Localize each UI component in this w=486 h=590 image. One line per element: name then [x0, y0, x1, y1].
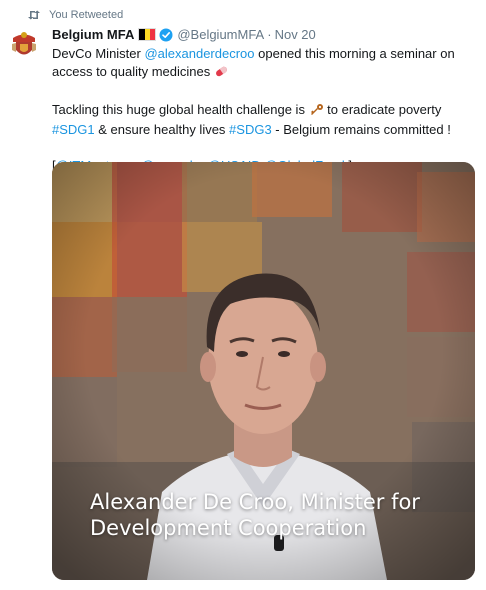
tweet-text: DevCo Minister @alexanderdecroo opened t… — [52, 45, 476, 175]
text-segment: & ensure healthy lives — [94, 122, 230, 137]
belgium-flag-emoji — [138, 28, 157, 41]
caption-line-1: Alexander De Croo, Minister for — [90, 490, 420, 514]
retweet-icon — [27, 10, 43, 20]
belgium-coat-of-arms-icon — [8, 29, 40, 61]
text-segment: to eradicate poverty — [323, 102, 442, 117]
header-separator: · — [267, 27, 272, 42]
tweet-paragraph-1: DevCo Minister @alexanderdecroo opened t… — [52, 45, 476, 83]
tweet-header: Belgium MFA @BelgiumMFA · Nov 20 — [52, 26, 476, 43]
tweet-paragraph-2: Tackling this huge global health challen… — [52, 101, 476, 139]
video-caption: Alexander De Croo, Minister for Developm… — [90, 489, 450, 541]
pill-emoji-icon — [214, 65, 229, 83]
tweet-date[interactable]: Nov 20 — [275, 26, 316, 43]
hashtag-link[interactable]: #SDG3 — [229, 122, 272, 137]
retweet-label: You Retweeted — [49, 9, 124, 21]
tweet-video[interactable]: Alexander De Croo, Minister for Developm… — [52, 162, 475, 580]
text-segment: DevCo Minister — [52, 46, 145, 61]
mention-link[interactable]: @alexanderdecroo — [144, 46, 254, 61]
hashtag-link[interactable]: #SDG1 — [52, 122, 95, 137]
author-name[interactable]: Belgium MFA — [52, 26, 134, 43]
text-segment: Tackling this huge global health challen… — [52, 102, 309, 117]
author-handle[interactable]: @BelgiumMFA — [177, 26, 264, 43]
tweet-content: Belgium MFA @BelgiumMFA · Nov 20 DevCo M… — [52, 26, 476, 175]
caption-line-2: Development Cooperation — [90, 516, 367, 540]
retweet-context: You Retweeted — [27, 8, 123, 22]
verified-badge-icon — [159, 28, 173, 42]
key-emoji-icon — [309, 103, 324, 121]
text-segment: - Belgium remains committed ! — [271, 122, 451, 137]
author-avatar[interactable] — [7, 28, 41, 62]
